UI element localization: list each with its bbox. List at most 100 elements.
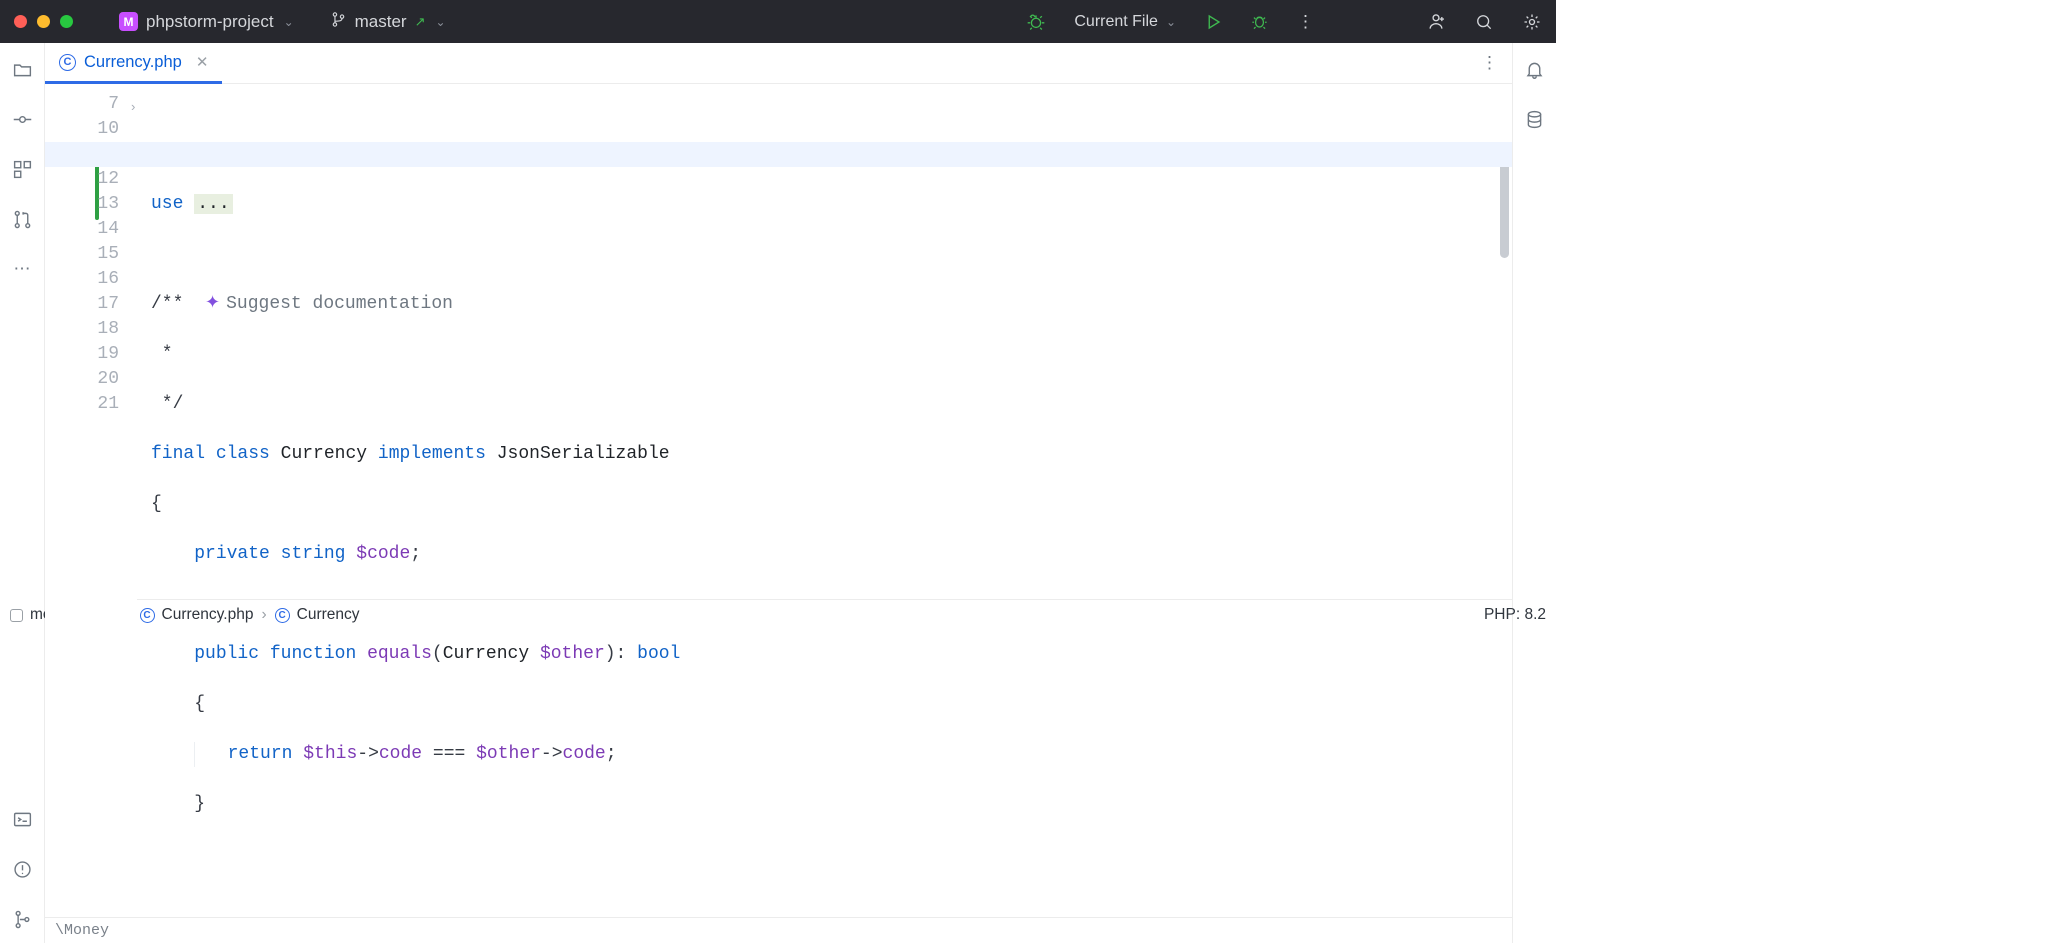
keyword-return: return (228, 744, 293, 764)
right-tool-rail (1512, 43, 1556, 943)
chevron-down-icon: ⌄ (436, 15, 446, 29)
property-code: $code (356, 544, 410, 564)
namespace-breadcrumb[interactable]: \Money (45, 917, 1512, 943)
tab-more-icon[interactable]: ⋮ (1467, 43, 1512, 83)
search-everywhere-icon[interactable] (1474, 12, 1494, 32)
line-number[interactable]: 10 (45, 117, 119, 142)
close-window-icon[interactable] (14, 15, 27, 28)
return-type: bool (637, 644, 680, 664)
this-ref: $this (303, 744, 357, 764)
editor-scrollbar[interactable] (1496, 84, 1512, 917)
close-tab-icon[interactable]: ✕ (196, 53, 209, 71)
settings-icon[interactable] (1522, 12, 1542, 32)
version-control-tool-icon[interactable] (10, 907, 34, 931)
pull-requests-tool-icon[interactable] (10, 207, 34, 231)
ide-bug-icon[interactable] (1026, 12, 1046, 32)
tab-currency-php[interactable]: C Currency.php ✕ (45, 43, 222, 84)
titlebar: M phpstorm-project ⌄ master ↗ ⌄ Current … (0, 0, 1556, 43)
left-tool-rail: ⋯ (0, 43, 45, 943)
keyword-use: use (151, 194, 183, 214)
scrollbar-thumb[interactable] (1500, 160, 1509, 258)
chevron-down-icon: ⌄ (1166, 15, 1176, 29)
paren-close-colon: ): (605, 644, 637, 664)
notifications-icon[interactable] (1523, 57, 1547, 81)
more-tools-icon[interactable]: ⋯ (10, 257, 34, 281)
sparkle-icon: ✦ (205, 292, 220, 317)
project-tool-icon[interactable] (10, 57, 34, 81)
branch-name: master (355, 12, 407, 32)
arrow-op: -> (541, 744, 563, 764)
run-config-selector[interactable]: Current File ⌄ (1074, 13, 1176, 31)
keyword-implements: implements (378, 444, 486, 464)
property-ref: code (379, 744, 422, 764)
docblock-close: */ (151, 394, 183, 414)
ai-suggest-label: Suggest documentation (226, 292, 453, 317)
fullscreen-window-icon[interactable] (60, 15, 73, 28)
titlebar-actions: Current File ⌄ ⋮ (1026, 12, 1542, 32)
semicolon: ; (606, 744, 617, 764)
interface-name: JsonSerializable (497, 444, 670, 464)
more-actions-button[interactable]: ⋮ (1297, 12, 1314, 32)
docblock-open: /** (151, 294, 183, 314)
current-line-highlight (45, 142, 1512, 167)
keyword-private: private (194, 544, 270, 564)
keyword-function: function (270, 644, 356, 664)
namespace-label: \Money (55, 922, 109, 939)
branch-selector[interactable]: master ↗ ⌄ (330, 11, 446, 33)
line-number[interactable]: 17 (45, 292, 119, 317)
code-content[interactable]: use ... /** ✦Suggest documentation * */ … (137, 84, 1496, 917)
window-controls (14, 15, 107, 28)
keyword-string: string (281, 544, 346, 564)
branch-icon (330, 11, 347, 33)
folded-placeholder[interactable]: ... (194, 194, 232, 214)
arrow-op: -> (357, 744, 379, 764)
run-config-label: Current File (1074, 13, 1158, 31)
line-number[interactable]: 19 (45, 342, 119, 367)
project-selector[interactable]: M phpstorm-project ⌄ (119, 12, 294, 32)
brace-open: { (151, 494, 162, 514)
line-number[interactable]: 15 (45, 242, 119, 267)
project-name: phpstorm-project (146, 12, 274, 32)
semicolon: ; (410, 544, 421, 564)
chevron-down-icon: ⌄ (284, 15, 294, 29)
push-arrow-icon: ↗ (415, 14, 426, 30)
code-editor[interactable]: 7› 10 11 12 13 14 15 16 17 18 19 20 21 u… (45, 84, 1512, 917)
project-badge-icon: M (119, 12, 138, 31)
ai-suggest-documentation[interactable]: ✦Suggest documentation (205, 292, 453, 317)
tab-label: Currency.php (84, 53, 182, 72)
property-ref: code (563, 744, 606, 764)
editor-tabs: C Currency.php ✕ ⋮ (45, 43, 1512, 84)
line-number[interactable]: 18 (45, 317, 119, 342)
gutter[interactable]: 7› 10 11 12 13 14 15 16 17 18 19 20 21 (45, 84, 137, 917)
database-tool-icon[interactable] (1523, 107, 1547, 131)
keyword-class: class (216, 444, 270, 464)
brace-open: { (194, 694, 205, 714)
line-number[interactable]: 12 (45, 167, 119, 192)
run-button[interactable] (1204, 13, 1222, 31)
editor-area: C Currency.php ✕ ⋮ 7› 10 11 12 13 14 15 … (45, 43, 1512, 943)
debug-button[interactable] (1250, 12, 1269, 31)
code-with-me-icon[interactable] (1426, 12, 1446, 32)
class-name: Currency (281, 444, 367, 464)
line-number[interactable]: 7› (45, 92, 119, 117)
class-file-icon: C (59, 54, 76, 71)
keyword-final: final (151, 444, 205, 464)
minimize-window-icon[interactable] (37, 15, 50, 28)
line-number[interactable]: 14 (45, 217, 119, 242)
docblock-body: * (151, 344, 173, 364)
problems-tool-icon[interactable] (10, 857, 34, 881)
terminal-tool-icon[interactable] (10, 807, 34, 831)
param-type: Currency (443, 644, 529, 664)
brace-close: } (194, 794, 205, 814)
paren-open: ( (432, 644, 443, 664)
module-icon (10, 609, 23, 622)
line-number[interactable]: 21 (45, 392, 119, 417)
method-name: equals (367, 644, 432, 664)
commit-tool-icon[interactable] (10, 107, 34, 131)
line-number[interactable]: 16 (45, 267, 119, 292)
fold-expand-icon[interactable]: › (129, 95, 137, 120)
structure-tool-icon[interactable] (10, 157, 34, 181)
line-number[interactable]: 20 (45, 367, 119, 392)
line-number[interactable]: 13 (45, 192, 119, 217)
other-ref: $other (476, 744, 541, 764)
